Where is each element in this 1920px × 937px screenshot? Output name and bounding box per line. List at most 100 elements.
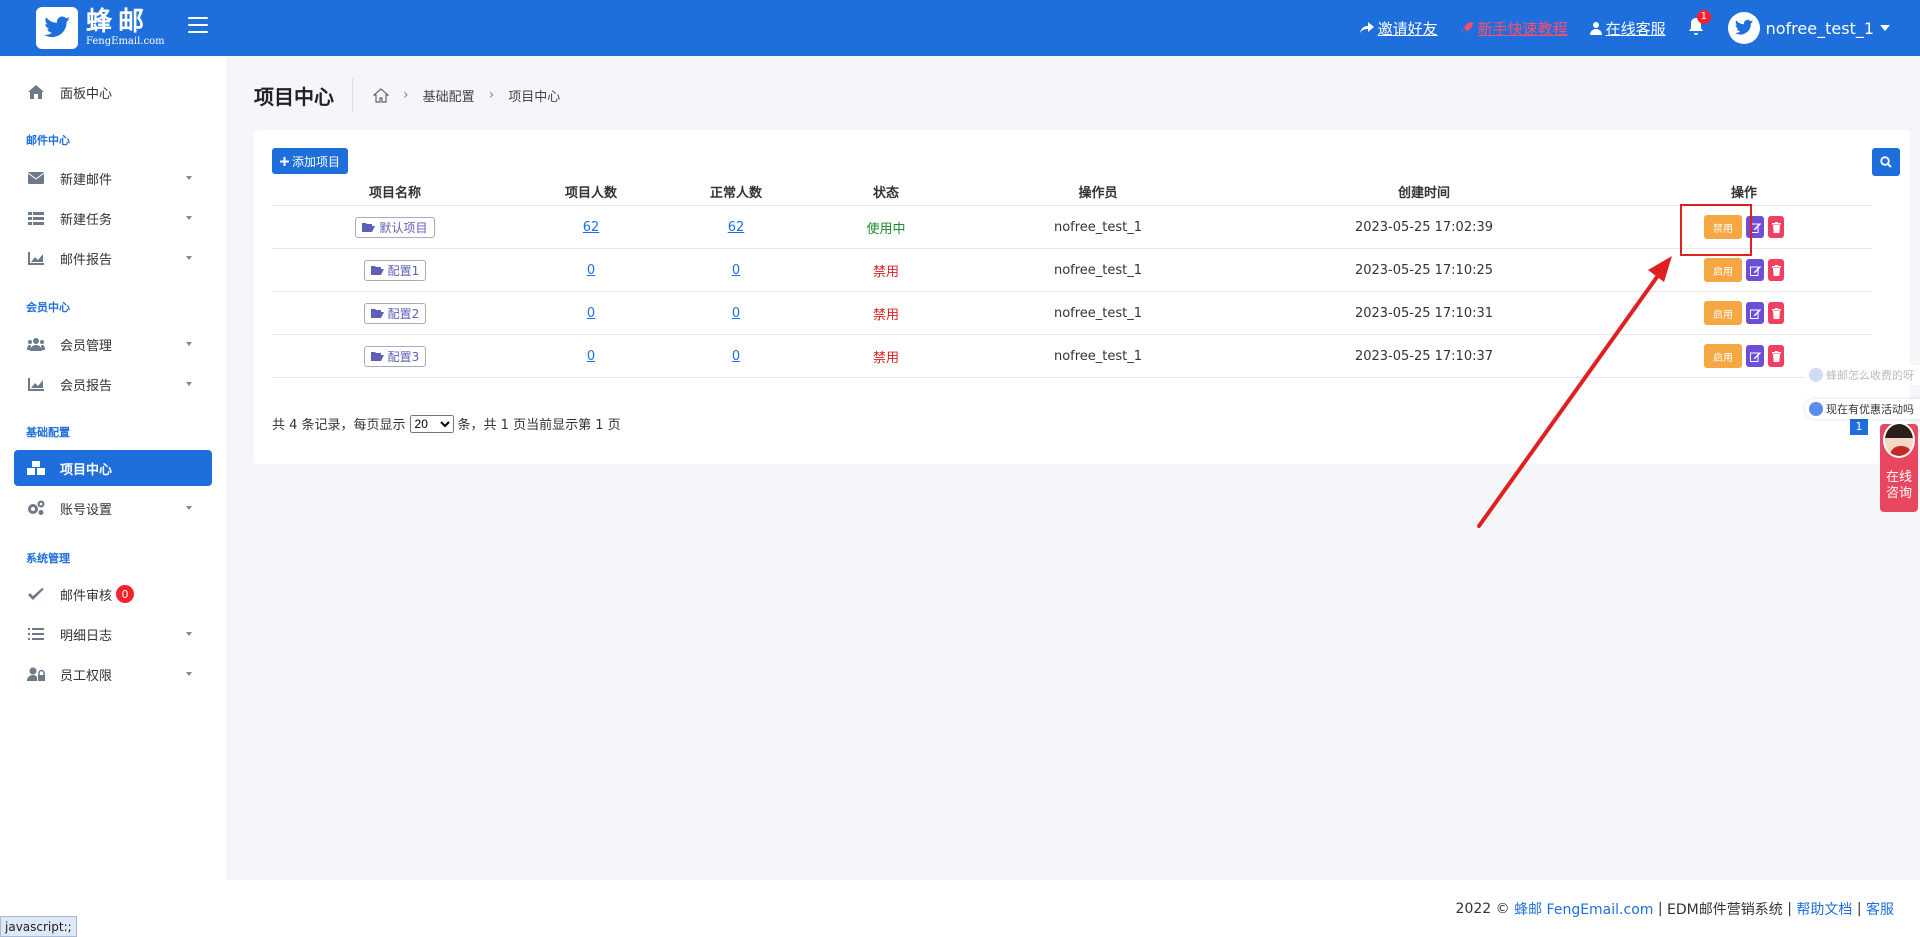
online-service-label: 在线客服: [1605, 19, 1666, 38]
sidebar-item-label: 明细日志: [60, 628, 113, 644]
search-button[interactable]: [1872, 148, 1900, 176]
edit-button[interactable]: [1746, 259, 1764, 281]
delete-button[interactable]: [1768, 216, 1784, 238]
page-number-button[interactable]: 1: [1850, 417, 1868, 435]
brand-footer-link[interactable]: 蜂邮 FengEmail.com: [1514, 899, 1653, 919]
toggle-status-button[interactable]: 启用: [1704, 344, 1742, 368]
breadcrumb-item-current: 项目中心: [508, 89, 561, 105]
project-name-tag[interactable]: 默认项目: [355, 216, 435, 238]
list-icon: [26, 626, 46, 642]
column-header: 创建时间: [1397, 186, 1450, 201]
sidebar-item-new-mail[interactable]: 新建邮件: [14, 160, 212, 196]
sidebar-item-account-settings[interactable]: 账号设置: [14, 490, 212, 526]
sidebar-item-label: 面板中心: [60, 86, 113, 102]
trash-icon: [1771, 307, 1781, 319]
bird-logo-icon: [36, 7, 78, 49]
page-size-select[interactable]: 20: [409, 414, 454, 433]
add-project-label: 添加项目: [292, 154, 341, 169]
chat-bubble-icon: [1809, 402, 1823, 416]
chat-hint-promotion[interactable]: 现在有优惠活动吗: [1805, 399, 1920, 419]
breadcrumb-item[interactable]: 基础配置: [423, 86, 475, 105]
sidebar-item-label: 新建邮件: [60, 172, 113, 188]
username: nofree_test_1: [1765, 18, 1874, 38]
status-text: 禁用: [872, 350, 899, 366]
column-header: 操作: [1730, 186, 1757, 201]
normal-members-link[interactable]: 62: [728, 220, 745, 235]
sidebar-item-mail-report[interactable]: 邮件报告: [14, 240, 212, 276]
table-row: 配置1 0 0 禁用 nofree_test_1 2023-05-25 17:1…: [272, 249, 1872, 292]
project-name: 配置2: [387, 306, 420, 321]
pager-suffix: 条，共 1 页当前显示第 1 页: [457, 418, 621, 433]
share-icon: [1359, 22, 1374, 33]
notification-bell-icon[interactable]: 1: [1688, 10, 1711, 38]
online-consult-widget[interactable]: 在线咨询: [1880, 422, 1918, 512]
help-docs-link[interactable]: 帮助文档: [1796, 899, 1852, 919]
chat-hint-text: 蜂邮怎么收费的呀: [1826, 369, 1914, 382]
caret-down-icon: [186, 342, 192, 346]
trash-icon: [1771, 264, 1781, 276]
sidebar-item-mail-review[interactable]: 邮件审核 0: [14, 576, 212, 612]
project-name-tag[interactable]: 配置1: [363, 259, 427, 281]
sidebar-item-project-center[interactable]: 项目中心: [14, 450, 212, 486]
sidebar-item-label: 会员管理: [60, 338, 113, 354]
sidebar-item-label: 会员报告: [60, 378, 113, 394]
chat-hint-pricing[interactable]: 蜂邮怎么收费的呀: [1805, 365, 1920, 385]
delete-button[interactable]: [1768, 345, 1784, 367]
sidebar-item-label: 员工权限: [60, 668, 113, 684]
service-link[interactable]: 客服: [1866, 899, 1894, 919]
column-header: 项目人数: [564, 186, 617, 201]
quick-tutorial-link[interactable]: 新手快速教程: [1460, 18, 1568, 39]
project-name-tag[interactable]: 配置2: [363, 302, 427, 324]
column-header: 状态: [872, 186, 899, 201]
members-link[interactable]: 0: [587, 349, 595, 364]
sidebar-item-label: 账号设置: [60, 502, 113, 518]
members-link[interactable]: 0: [587, 306, 595, 321]
project-card: 添加项目 项目名称 项目人数 正常人数 状态 操作员 创建时间 操作 默认项目 …: [254, 130, 1910, 464]
sidebar-item-staff-permissions[interactable]: 员工权限: [14, 656, 212, 692]
sidebar-section-mail: 邮件中心: [26, 134, 70, 147]
list-icon: [26, 210, 46, 226]
online-service-link[interactable]: 在线客服: [1589, 18, 1666, 39]
table-header-row: 项目名称 项目人数 正常人数 状态 操作员 创建时间 操作: [272, 178, 1872, 206]
pager-prefix: 共 4 条记录，每页显示: [272, 418, 406, 433]
toggle-status-button[interactable]: 启用: [1704, 258, 1742, 282]
created-time: 2023-05-25 17:10:31: [1354, 305, 1494, 321]
members-link[interactable]: 0: [587, 263, 595, 278]
caret-down-icon: [186, 382, 192, 386]
edit-button[interactable]: [1746, 302, 1764, 324]
toggle-status-button[interactable]: 启用: [1704, 301, 1742, 325]
sidebar-item-dashboard[interactable]: 面板中心: [14, 74, 212, 110]
sidebar-item-detail-log[interactable]: 明细日志: [14, 616, 212, 652]
gears-icon: [26, 500, 46, 516]
status-text: 禁用: [872, 307, 899, 323]
review-count-badge: 0: [116, 585, 135, 603]
brand-name-en: FengEmail.com: [86, 36, 165, 47]
project-name-tag[interactable]: 配置3: [363, 345, 427, 367]
rocket-icon: [1460, 22, 1473, 34]
invite-friends-link[interactable]: 邀请好友: [1359, 18, 1438, 39]
chevron-right-icon: ›: [403, 87, 409, 103]
edit-button[interactable]: [1746, 345, 1764, 367]
members-link[interactable]: 62: [583, 220, 600, 235]
column-header: 正常人数: [709, 186, 762, 201]
menu-toggle-icon[interactable]: [188, 17, 208, 35]
sidebar-item-member-management[interactable]: 会员管理: [14, 326, 212, 362]
sidebar-item-member-report[interactable]: 会员报告: [14, 366, 212, 402]
add-project-button[interactable]: 添加项目: [272, 148, 349, 174]
quick-tutorial-label: 新手快速教程: [1477, 19, 1568, 38]
user-menu[interactable]: nofree_test_1: [1727, 12, 1890, 44]
status-text: 使用中: [866, 221, 906, 237]
delete-button[interactable]: [1768, 302, 1784, 324]
created-time: 2023-05-25 17:10:37: [1354, 348, 1494, 364]
home-icon[interactable]: [373, 87, 389, 103]
chat-hint-text: 现在有优惠活动吗: [1826, 403, 1914, 416]
sidebar-item-new-task[interactable]: 新建任务: [14, 200, 212, 236]
sidebar-item-label: 新建任务: [60, 212, 113, 228]
normal-members-link[interactable]: 0: [732, 263, 740, 278]
caret-down-icon: [186, 672, 192, 676]
normal-members-link[interactable]: 0: [732, 349, 740, 364]
normal-members-link[interactable]: 0: [732, 306, 740, 321]
top-header: 蜂邮 FengEmail.com 邀请好友 新手快速教程 在线客服 1 nofr…: [0, 0, 1920, 56]
delete-button[interactable]: [1768, 259, 1784, 281]
caret-down-icon: [186, 176, 192, 180]
